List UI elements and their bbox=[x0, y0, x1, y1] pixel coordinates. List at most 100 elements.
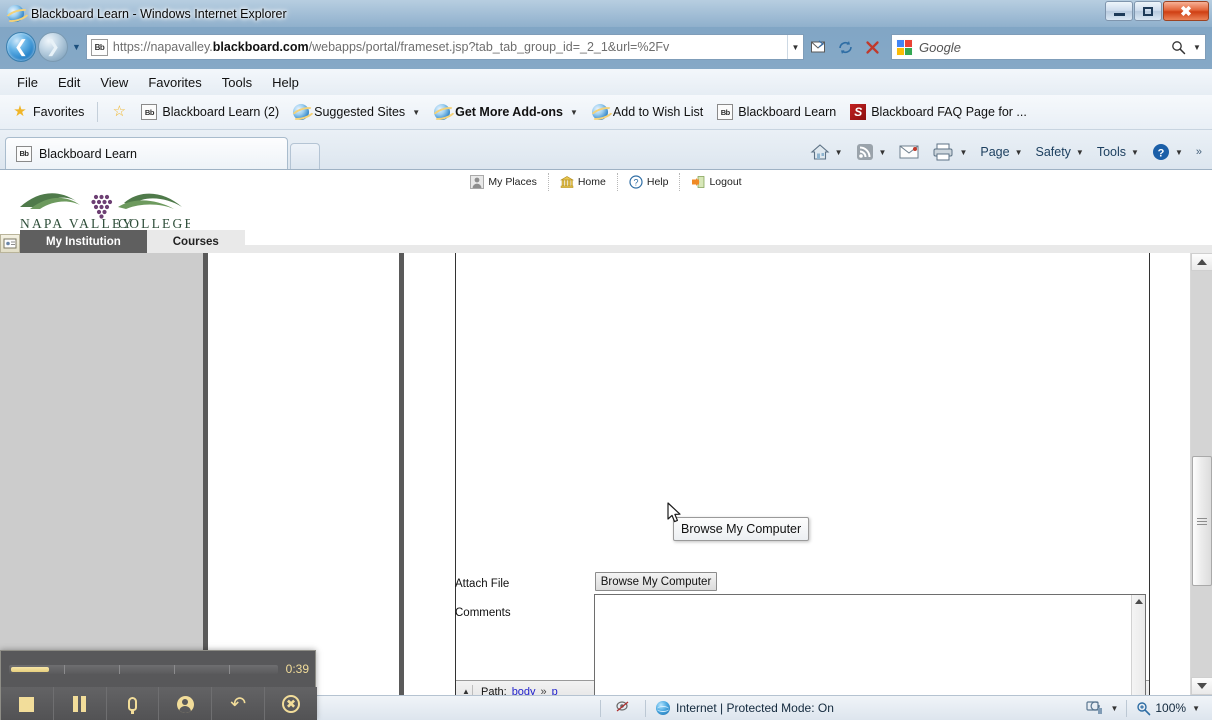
close-button[interactable]: ✖ bbox=[1163, 1, 1209, 21]
favorite-get-more-addons[interactable]: Get More Add-ons ▼ bbox=[428, 101, 584, 123]
print-button[interactable]: ▼ bbox=[926, 139, 973, 165]
recorder-close-button[interactable]: ✖ bbox=[265, 687, 317, 720]
compatibility-view-icon[interactable] bbox=[806, 34, 831, 60]
favorites-bar: ★ Favorites ☆ Bb Blackboard Learn (2) Su… bbox=[0, 95, 1212, 130]
course-menu-frame bbox=[0, 253, 203, 695]
address-text: https://napavalley.blackboard.com/webapp… bbox=[112, 40, 670, 54]
menu-item-favorites[interactable]: Favorites bbox=[139, 72, 210, 93]
blackboard-favicon: Bb bbox=[141, 104, 158, 120]
scroll-up-button[interactable] bbox=[1191, 253, 1212, 271]
address-bar[interactable]: Bb https://napavalley.blackboard.com/web… bbox=[85, 34, 804, 60]
menu-item-file[interactable]: File bbox=[8, 72, 47, 93]
tools-menu-button[interactable]: Tools ▼ bbox=[1091, 141, 1145, 163]
help-menu-button[interactable]: ? ▼ bbox=[1146, 139, 1189, 165]
page-content: My Places Home ? Help Logout NAPA VALLEY… bbox=[0, 170, 1212, 695]
zoom-level-label: 100% bbox=[1155, 701, 1187, 715]
search-icon[interactable] bbox=[1167, 40, 1189, 55]
institution-icon[interactable] bbox=[0, 234, 20, 253]
favorite-label: Blackboard Learn (2) bbox=[162, 105, 280, 119]
scroll-down-button[interactable] bbox=[1191, 677, 1212, 695]
favorite-label: Blackboard Learn bbox=[738, 105, 837, 119]
favorite-add-to-wish-list[interactable]: Add to Wish List bbox=[586, 101, 709, 123]
safety-menu-button[interactable]: Safety ▼ bbox=[1029, 141, 1089, 163]
favorite-blackboard-faq[interactable]: S Blackboard FAQ Page for ... bbox=[844, 101, 1033, 123]
zoom-icon bbox=[1137, 701, 1151, 715]
comments-textarea[interactable] bbox=[594, 594, 1146, 695]
menu-bar: File Edit View Favorites Tools Help bbox=[0, 69, 1212, 95]
page-menu-button[interactable]: Page ▼ bbox=[974, 141, 1028, 163]
chevron-down-icon[interactable]: ▼ bbox=[1192, 704, 1200, 713]
triangle-down-icon bbox=[1197, 683, 1207, 689]
favorite-label: Add to Wish List bbox=[612, 105, 704, 119]
scroll-up-icon[interactable] bbox=[1134, 599, 1143, 604]
bb-tab-courses[interactable]: Courses bbox=[146, 230, 245, 253]
favorite-blackboard-learn-2[interactable]: Bb Blackboard Learn (2) bbox=[135, 101, 285, 123]
home-label: Home bbox=[577, 175, 606, 188]
privacy-report-icon[interactable] bbox=[601, 699, 645, 718]
collapse-icon[interactable]: ▲ bbox=[460, 685, 473, 695]
restore-button[interactable] bbox=[1134, 1, 1162, 21]
recorder-pause-button[interactable] bbox=[53, 687, 107, 720]
bb-tab-my-institution[interactable]: My Institution bbox=[20, 230, 147, 253]
security-zone[interactable]: Internet | Protected Mode: On bbox=[646, 701, 844, 715]
path-node-body[interactable]: body bbox=[512, 686, 536, 696]
zoom-control[interactable]: 100% ▼ bbox=[1130, 701, 1206, 716]
favorite-label: Get More Add-ons bbox=[455, 105, 563, 119]
navigation-bar: ❮ ❯ ▼ Bb https://napavalley.blackboard.c… bbox=[0, 27, 1212, 67]
menu-item-help[interactable]: Help bbox=[263, 72, 308, 93]
command-bar-overflow[interactable]: » bbox=[1190, 142, 1208, 162]
refresh-icon[interactable] bbox=[833, 34, 858, 60]
safety-menu-label: Safety bbox=[1035, 145, 1071, 159]
path-node-p[interactable]: p bbox=[552, 686, 558, 696]
search-input[interactable]: Google bbox=[919, 40, 1167, 55]
forward-button[interactable]: ❯ bbox=[38, 32, 68, 62]
chevron-down-icon: ▼ bbox=[1014, 147, 1023, 157]
blackboard-tab-bar: My Institution Courses bbox=[0, 230, 1212, 253]
search-box[interactable]: Google ▼ bbox=[891, 34, 1206, 60]
recorder-undo-button[interactable]: ↶ bbox=[212, 687, 266, 720]
undo-icon: ↶ bbox=[230, 693, 247, 715]
stop-icon[interactable] bbox=[860, 34, 885, 60]
favorites-button[interactable]: ★ Favorites bbox=[6, 101, 90, 123]
command-bar: ▼ ▼ ▼ Page ▼ Safety ▼ Tools ▼ ? ▼ » bbox=[804, 135, 1212, 169]
google-icon bbox=[896, 38, 913, 56]
browse-my-computer-button[interactable]: Browse My Computer bbox=[595, 572, 717, 591]
comments-scrollbar[interactable] bbox=[1131, 595, 1145, 695]
scrollbar-thumb[interactable] bbox=[1192, 456, 1212, 586]
search-dropdown-icon[interactable]: ▼ bbox=[1189, 43, 1205, 52]
recorder-microphone-button[interactable] bbox=[106, 687, 160, 720]
recorder-progress-bar[interactable] bbox=[9, 664, 278, 674]
menu-item-tools[interactable]: Tools bbox=[213, 72, 261, 93]
minimize-button[interactable] bbox=[1105, 1, 1133, 21]
menu-item-view[interactable]: View bbox=[91, 72, 137, 93]
compatibility-view-button[interactable]: ▼ bbox=[1081, 700, 1123, 716]
progress-tick bbox=[229, 664, 230, 674]
faq-icon: S bbox=[850, 104, 867, 120]
stop-icon bbox=[19, 696, 35, 712]
feeds-button[interactable]: ▼ bbox=[850, 139, 893, 165]
page-scrollbar[interactable] bbox=[1190, 253, 1212, 695]
history-dropdown-icon[interactable]: ▼ bbox=[72, 42, 81, 52]
my-places-button[interactable]: My Places bbox=[459, 172, 549, 191]
favorite-blackboard-learn[interactable]: Bb Blackboard Learn bbox=[711, 101, 842, 123]
recorder-webcam-button[interactable] bbox=[159, 687, 213, 720]
logout-button[interactable]: Logout bbox=[680, 173, 752, 191]
favorite-suggested-sites[interactable]: Suggested Sites ▼ bbox=[287, 101, 426, 123]
tab-blackboard-learn[interactable]: Bb Blackboard Learn bbox=[5, 137, 288, 169]
recorder-stop-button[interactable] bbox=[1, 687, 54, 720]
content-frame-secondary bbox=[208, 253, 399, 695]
tools-menu-label: Tools bbox=[1096, 145, 1127, 159]
add-favorite-button[interactable]: ☆ bbox=[105, 101, 133, 123]
browser-window: Blackboard Learn - Windows Internet Expl… bbox=[0, 0, 1212, 720]
address-dropdown-icon[interactable]: ▼ bbox=[787, 35, 803, 59]
chevron-down-icon: ▼ bbox=[569, 107, 578, 117]
mail-button[interactable] bbox=[893, 140, 925, 164]
help-button[interactable]: ? Help bbox=[618, 172, 681, 191]
chevron-down-icon: ▼ bbox=[1110, 703, 1119, 713]
back-button[interactable]: ❮ bbox=[6, 32, 36, 62]
menu-item-edit[interactable]: Edit bbox=[49, 72, 89, 93]
scrollbar-track[interactable] bbox=[1191, 271, 1212, 677]
home-button[interactable]: ▼ bbox=[804, 139, 849, 165]
home-button[interactable]: Home bbox=[549, 172, 618, 191]
new-tab-button[interactable] bbox=[290, 143, 320, 169]
